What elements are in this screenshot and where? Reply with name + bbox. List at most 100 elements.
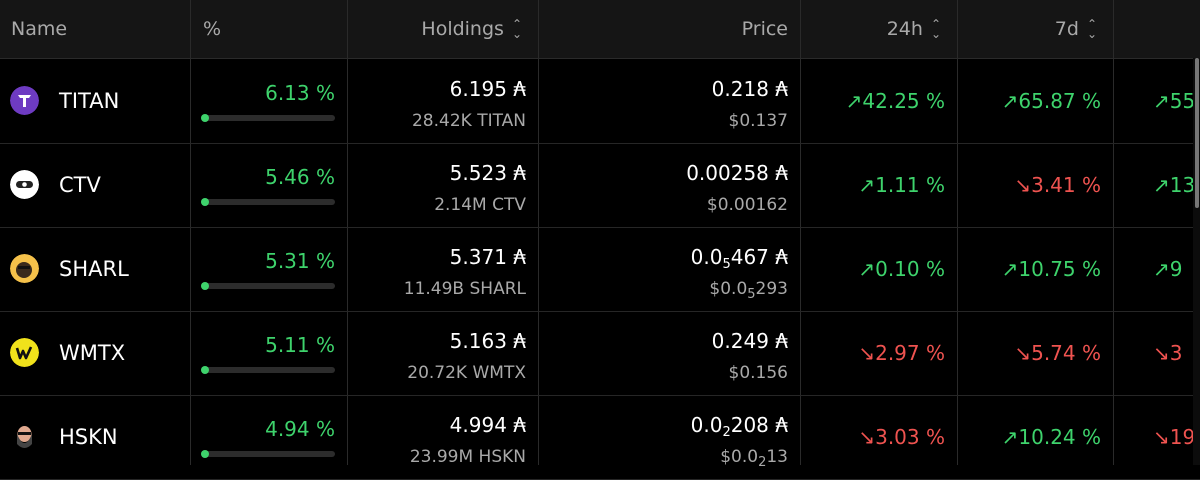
name-cell[interactable]: HSKN xyxy=(0,395,190,479)
allocation-progress-fill xyxy=(201,114,209,122)
holdings-cell: 5.523 ₳ 2.14M CTV xyxy=(348,143,538,227)
price-cell: 0.05467 ₳ $0.05293 xyxy=(539,227,800,311)
change-7d-cell: ↗10.24 % xyxy=(958,395,1113,479)
price-zero-count: 2 xyxy=(722,425,731,440)
change-7d: ↘5.74 % xyxy=(1014,341,1101,365)
table-header: Name % Holdings ⌃ ⌄ Price 24h ⌃ ⌄ 7d ⌃ ⌄ xyxy=(0,0,1200,59)
holdings-ada: 5.523 ₳ xyxy=(449,161,526,185)
coin-symbol: TITAN xyxy=(59,89,120,113)
table-row-sharl[interactable]: SHARL 5.31 % 5.371 ₳ 11.49B SHARL 0.0546… xyxy=(0,227,1200,312)
price-usd: $0.137 xyxy=(728,111,788,131)
change-24h: ↘2.97 % xyxy=(858,341,945,365)
holdings-ada: 5.163 ₳ xyxy=(449,329,526,353)
price-ada: 0.249 ₳ xyxy=(711,329,788,353)
change-next-column: ↗55 xyxy=(1153,89,1196,113)
column-header-name-label: Name xyxy=(11,18,68,40)
change-next-column: ↘3 xyxy=(1153,341,1183,365)
table-row-hskn[interactable]: HSKN 4.94 % 4.994 ₳ 23.99M HSKN 0.02208 … xyxy=(0,395,1200,480)
price-prefix: 0.0 xyxy=(690,413,723,437)
change-next-column: ↗9 xyxy=(1153,257,1183,281)
name-cell[interactable]: CTV xyxy=(0,143,190,227)
name-cell[interactable]: SHARL xyxy=(0,227,190,311)
change-24h: ↗1.11 % xyxy=(858,173,945,197)
column-header-holdings[interactable]: Holdings ⌃ ⌄ xyxy=(348,0,538,58)
percent-cell: 5.31 % xyxy=(191,227,347,311)
percent-cell: 5.11 % xyxy=(191,311,347,395)
column-header-holdings-label: Holdings xyxy=(421,18,504,40)
column-header-name[interactable]: Name xyxy=(11,0,191,58)
hskn-logo-icon xyxy=(10,422,39,451)
allocation-progress-fill xyxy=(201,198,209,206)
portfolio-percent: 5.11 % xyxy=(265,333,335,357)
change-24h: ↗42.25 % xyxy=(845,89,945,113)
change-24h-cell: ↘2.97 % xyxy=(801,311,957,395)
change-7d: ↗65.87 % xyxy=(1001,89,1101,113)
change-7d-cell: ↘5.74 % xyxy=(958,311,1113,395)
price-usd-prefix: $0.0 xyxy=(720,447,759,467)
holdings-tokens: 23.99M HSKN xyxy=(409,447,526,467)
column-header-24h-label: 24h xyxy=(886,18,923,40)
change-24h-cell: ↘3.03 % xyxy=(801,395,957,479)
vertical-scrollbar[interactable] xyxy=(1193,58,1200,465)
change-7d-cell: ↗65.87 % xyxy=(958,59,1113,143)
portfolio-percent: 5.46 % xyxy=(265,165,335,189)
price-usd-zero-count: 5 xyxy=(747,287,756,302)
price-usd-prefix: $0.0 xyxy=(709,279,748,299)
allocation-progress-bar xyxy=(201,282,335,290)
allocation-progress-bar xyxy=(201,198,335,206)
price-usd: $0.0213 xyxy=(720,447,788,470)
column-header-price[interactable]: Price xyxy=(538,0,800,58)
name-cell[interactable]: WMTX xyxy=(0,311,190,395)
holdings-cell: 4.994 ₳ 23.99M HSKN xyxy=(348,395,538,479)
price-usd: $0.156 xyxy=(728,363,788,383)
sharl-logo-icon xyxy=(10,254,39,283)
price-ada: 0.218 ₳ xyxy=(711,77,788,101)
change-24h: ↘3.03 % xyxy=(858,425,945,449)
sort-icon[interactable]: ⌃ ⌄ xyxy=(1087,18,1097,40)
allocation-progress-fill xyxy=(201,450,209,458)
holdings-ada: 5.371 ₳ xyxy=(449,245,526,269)
portfolio-percent: 6.13 % xyxy=(265,81,335,105)
change-7d-cell: ↘3.41 % xyxy=(958,143,1113,227)
coin-symbol: WMTX xyxy=(59,341,126,365)
change-7d: ↗10.75 % xyxy=(1001,257,1101,281)
change-7d: ↗10.24 % xyxy=(1001,425,1101,449)
price-usd: $0.00162 xyxy=(706,195,788,215)
price-suffix: 208 ₳ xyxy=(730,413,788,437)
column-header-24h[interactable]: 24h ⌃ ⌄ xyxy=(800,0,957,58)
holdings-cell: 5.163 ₳ 20.72K WMTX xyxy=(348,311,538,395)
change-next-column: ↘19 xyxy=(1153,425,1196,449)
column-header-percent[interactable]: % xyxy=(203,0,343,58)
price-ada: 0.05467 ₳ xyxy=(691,245,788,272)
scrollbar-thumb[interactable] xyxy=(1195,58,1199,208)
sort-icon[interactable]: ⌃ ⌄ xyxy=(512,18,522,40)
column-header-price-label: Price xyxy=(741,18,788,40)
holdings-cell: 5.371 ₳ 11.49B SHARL xyxy=(348,227,538,311)
price-usd-suffix: 13 xyxy=(766,447,788,467)
price-prefix: 0.0 xyxy=(690,245,723,269)
holdings-table: Name % Holdings ⌃ ⌄ Price 24h ⌃ ⌄ 7d ⌃ ⌄ TITAN… xyxy=(0,0,1200,480)
sort-icon[interactable]: ⌃ ⌄ xyxy=(931,18,941,40)
table-row-titan[interactable]: TITAN 6.13 % 6.195 ₳ 28.42K TITAN 0.218 … xyxy=(0,59,1200,144)
allocation-progress-bar xyxy=(201,114,335,122)
percent-cell: 4.94 % xyxy=(191,395,347,479)
column-header-percent-label: % xyxy=(203,18,222,40)
holdings-tokens: 11.49B SHARL xyxy=(403,279,526,299)
table-row-ctv[interactable]: CTV 5.46 % 5.523 ₳ 2.14M CTV 0.00258 ₳ $… xyxy=(0,143,1200,228)
change-24h-cell: ↗1.11 % xyxy=(801,143,957,227)
titan-logo-icon xyxy=(10,86,39,115)
table-row-wmtx[interactable]: WMTX 5.11 % 5.163 ₳ 20.72K WMTX 0.249 ₳ … xyxy=(0,311,1200,396)
name-cell[interactable]: TITAN xyxy=(0,59,190,143)
change-7d-cell: ↗10.75 % xyxy=(958,227,1113,311)
price-usd: $0.05293 xyxy=(709,279,788,302)
allocation-progress-bar xyxy=(201,450,335,458)
column-header-7d[interactable]: 7d ⌃ ⌄ xyxy=(957,0,1113,58)
wmtx-logo-icon xyxy=(10,338,39,367)
holdings-tokens: 20.72K WMTX xyxy=(407,363,526,383)
column-header-7d-label: 7d xyxy=(1054,18,1079,40)
allocation-progress-fill xyxy=(201,366,209,374)
portfolio-percent: 4.94 % xyxy=(265,417,335,441)
ctv-logo-icon xyxy=(10,170,39,199)
percent-cell: 5.46 % xyxy=(191,143,347,227)
holdings-ada: 4.994 ₳ xyxy=(449,413,526,437)
